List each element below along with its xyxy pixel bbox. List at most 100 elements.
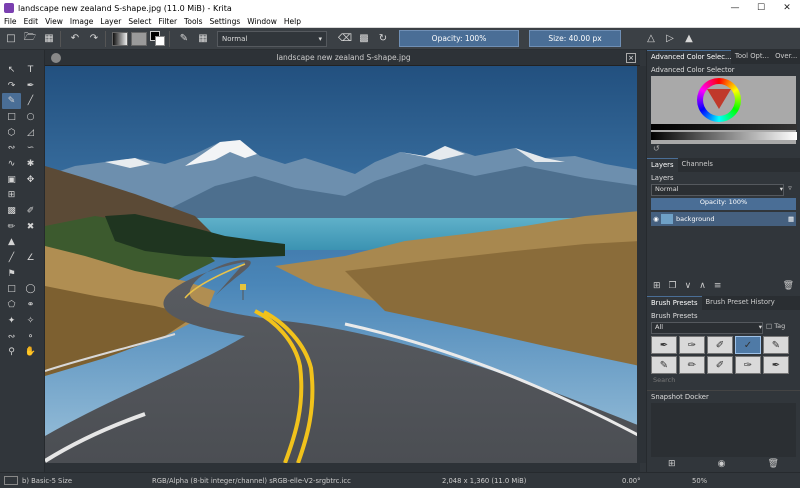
brush-filter-select[interactable]: All ▾ (651, 322, 763, 334)
text-tool-icon[interactable]: T (21, 62, 40, 78)
delete-layer-icon[interactable]: 🗑 (783, 281, 794, 291)
tab-overview[interactable]: Over... (771, 50, 800, 64)
menu-image[interactable]: Image (70, 17, 94, 26)
brush-search-input[interactable]: Search (651, 376, 796, 388)
magnetic-select-icon[interactable]: ⚬ (21, 329, 40, 345)
layer-blend-select[interactable]: Normal ▾ (651, 184, 784, 196)
menu-view[interactable]: View (45, 17, 63, 26)
brush-preset-item-selected[interactable]: ✓ (735, 336, 761, 354)
select-shapes-icon[interactable]: ↖ (2, 62, 21, 78)
new-document-icon[interactable]: □ (3, 31, 19, 47)
ellipse-tool-icon[interactable]: ○ (21, 109, 40, 125)
minimize-button[interactable]: — (722, 0, 748, 16)
brush-preset-item[interactable]: ✎ (763, 336, 789, 354)
brush-preset-item[interactable]: ✎ (651, 356, 677, 374)
freehand-path-icon[interactable]: ∽ (21, 140, 40, 156)
color-swatch[interactable] (150, 30, 166, 47)
snapshot-list[interactable] (651, 403, 796, 457)
smart-patch-icon[interactable]: ✖ (21, 219, 40, 235)
brush-preset-item[interactable]: ✐ (707, 336, 733, 354)
bezier-tool-icon[interactable]: ∾ (2, 140, 21, 156)
vertical-scrollbar[interactable] (637, 66, 646, 463)
eye-icon[interactable]: ◉ (651, 215, 661, 223)
tab-tool-options[interactable]: Tool Opt... (731, 50, 771, 64)
menu-window[interactable]: Window (247, 17, 277, 26)
menu-settings[interactable]: Settings (210, 17, 241, 26)
ellipse-select-icon[interactable]: ◯ (21, 282, 40, 298)
reference-images-icon[interactable]: ⚑ (2, 266, 21, 282)
rectangle-tool-icon[interactable]: □ (2, 109, 21, 125)
eraser-icon[interactable]: ⌫ (337, 31, 353, 47)
brush-preset-item[interactable]: ✑ (679, 336, 705, 354)
refresh-icon[interactable]: ↺ (647, 144, 800, 154)
gradient-tool-icon[interactable]: ▩ (2, 203, 21, 219)
menu-layer[interactable]: Layer (100, 17, 121, 26)
brush-preset-item[interactable]: ✐ (707, 356, 733, 374)
tab-advanced-color-selector[interactable]: Advanced Color Selec... (647, 50, 731, 64)
colorize-mask-icon[interactable]: ✏ (2, 219, 21, 235)
maximize-button[interactable]: ☐ (748, 0, 774, 16)
lock-icon[interactable]: ▦ (788, 215, 796, 223)
menu-help[interactable]: Help (284, 17, 301, 26)
menu-select[interactable]: Select (128, 17, 151, 26)
pan-tool-icon[interactable]: ✋ (21, 344, 40, 360)
add-layer-icon[interactable]: ⊞ (653, 281, 661, 291)
reload-preset-icon[interactable]: ↻ (375, 31, 391, 47)
polygon-select-icon[interactable]: ⬠ (2, 297, 21, 313)
tab-brush-presets[interactable]: Brush Presets (647, 296, 702, 310)
undo-icon[interactable]: ↶ (67, 31, 83, 47)
tag-button[interactable]: □ Tag (766, 322, 796, 334)
camera-icon[interactable]: ◉ (718, 459, 726, 469)
mirror-horizontal-icon[interactable]: △ (643, 31, 659, 47)
line-tool-icon[interactable]: ╱ (21, 93, 40, 109)
close-document-icon[interactable]: × (626, 52, 636, 63)
mirror-vertical-icon[interactable]: ▷ (662, 31, 678, 47)
document-tab[interactable]: landscape new zealand S-shape.jpg × (45, 50, 640, 66)
menu-file[interactable]: File (4, 17, 17, 26)
bezier-select-icon[interactable]: ∾ (2, 329, 21, 345)
menu-filter[interactable]: Filter (158, 17, 177, 26)
duplicate-layer-icon[interactable]: ❐ (669, 281, 677, 291)
polygon-tool-icon[interactable]: ⬡ (2, 125, 21, 141)
rect-select-icon[interactable]: □ (2, 282, 21, 298)
pattern-selector[interactable] (131, 31, 147, 46)
brush-presets-icon[interactable]: ▦ (195, 31, 211, 47)
wrap-around-icon[interactable]: ▲ (681, 31, 697, 47)
crop-tool-icon[interactable]: ⊞ (2, 188, 21, 204)
measure-tool-icon[interactable]: ∠ (21, 250, 40, 266)
brush-preset-item[interactable]: ✑ (735, 356, 761, 374)
similar-select-icon[interactable]: ✧ (21, 313, 40, 329)
transform-tool-icon[interactable]: ▣ (2, 172, 21, 188)
opacity-slider[interactable]: Opacity: 100% (399, 30, 519, 47)
close-button[interactable]: ✕ (774, 0, 800, 16)
size-slider[interactable]: Size: 40.00 px (529, 30, 621, 47)
redo-icon[interactable]: ↷ (86, 31, 102, 47)
move-tool-icon[interactable]: ✥ (21, 172, 40, 188)
brush-preset-item[interactable]: ✒ (763, 356, 789, 374)
brush-editor-icon[interactable]: ✎ (176, 31, 192, 47)
calligraphy-icon[interactable]: ✒ (21, 78, 40, 94)
edit-shapes-icon[interactable]: ↷ (2, 78, 21, 94)
move-up-icon[interactable]: ∧ (699, 281, 706, 291)
contiguous-select-icon[interactable]: ✦ (2, 313, 21, 329)
layer-row-background[interactable]: ◉ background ▦ (651, 212, 796, 226)
brush-preset-item[interactable]: ✒ (651, 336, 677, 354)
freehand-brush-icon[interactable]: ✎ (2, 93, 21, 110)
assistant-tool-icon[interactable]: ╱ (2, 250, 21, 266)
add-snapshot-icon[interactable]: ⊞ (668, 459, 676, 469)
canvas[interactable] (45, 66, 640, 463)
tab-layers[interactable]: Layers (647, 158, 678, 172)
dynamic-brush-icon[interactable]: ∿ (2, 156, 21, 172)
tab-brush-preset-history[interactable]: Brush Preset History (702, 296, 779, 310)
delete-snapshot-icon[interactable]: 🗑 (768, 459, 779, 469)
preserve-alpha-icon[interactable]: ▩ (356, 31, 372, 47)
menu-tools[interactable]: Tools (184, 17, 202, 26)
tab-channels[interactable]: Channels (678, 158, 717, 172)
color-selector-area[interactable] (651, 76, 797, 144)
horizontal-scrollbar[interactable] (45, 463, 640, 472)
open-document-icon[interactable]: 🗁 (22, 31, 38, 47)
multibrush-icon[interactable]: ✱ (21, 156, 40, 172)
menu-edit[interactable]: Edit (24, 17, 39, 26)
save-icon[interactable]: ▦ (41, 31, 57, 47)
brush-preset-item[interactable]: ✏ (679, 356, 705, 374)
